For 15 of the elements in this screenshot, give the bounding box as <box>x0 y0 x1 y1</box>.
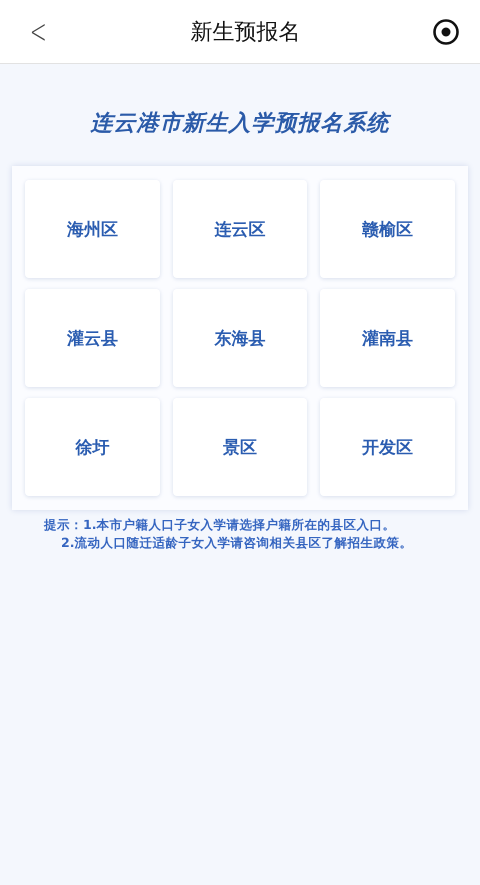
district-card[interactable]: 徐圩 <box>25 398 160 496</box>
district-card[interactable]: 景区 <box>172 398 308 496</box>
back-button[interactable]: < <box>26 12 50 52</box>
system-title: 连云港市新生入学预报名系统 <box>89 109 392 138</box>
district-card[interactable]: 连云区 <box>172 180 308 278</box>
hint-text: 2.流动人口随迁适龄子女入学请咨询相关县区了解招生政策。 <box>60 534 414 552</box>
district-card[interactable]: 灌云县 <box>25 289 160 387</box>
district-card[interactable]: 开发区 <box>320 398 455 496</box>
hint-text: 提示：1.本市户籍人口子女入学请选择户籍所在的县区入口。 <box>44 516 397 534</box>
district-card[interactable]: 东海县 <box>172 289 308 387</box>
district-card[interactable]: 海州区 <box>25 180 160 278</box>
page-title: 新生预报名 <box>190 18 300 46</box>
target-icon[interactable] <box>432 18 460 46</box>
district-card[interactable]: 赣榆区 <box>320 180 455 278</box>
district-card[interactable]: 灌南县 <box>320 289 455 387</box>
